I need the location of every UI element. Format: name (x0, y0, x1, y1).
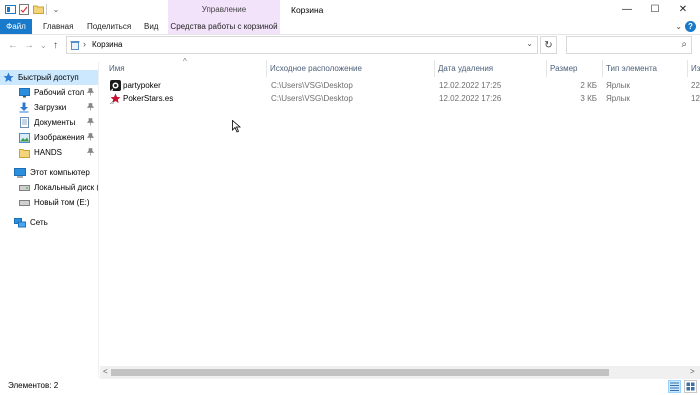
details-view-button[interactable] (668, 380, 681, 393)
address-bar[interactable]: › Корзина ⌄ (66, 36, 538, 54)
sidebar-item-network[interactable]: Сеть (0, 215, 98, 230)
file-size: 2 КБ (580, 81, 597, 90)
context-group-label: Управление (168, 0, 280, 19)
sidebar-item-label: Сеть (30, 218, 48, 227)
back-button[interactable]: ← (8, 40, 18, 51)
file-origin: C:\Users\VSG\Desktop (271, 81, 353, 90)
network-icon (14, 217, 26, 228)
file-extra: 22 (691, 81, 700, 90)
pin-icon[interactable] (86, 132, 95, 143)
drive-icon (18, 182, 30, 193)
download-icon (18, 102, 30, 113)
documents-icon (18, 117, 30, 128)
explorer-icon[interactable] (4, 3, 16, 15)
column-header-extra[interactable]: Из (688, 60, 700, 77)
file-extra: 12 (691, 94, 700, 103)
sidebar-item-label: Новый том (E:) (34, 198, 90, 207)
table-row[interactable]: partypoker C:\Users\VSG\Desktop 12.02.20… (106, 80, 700, 93)
sidebar-item-quick-access[interactable]: Быстрый доступ (0, 70, 98, 85)
breadcrumb[interactable]: Корзина (92, 40, 122, 49)
recent-locations-button[interactable]: ⌄ (40, 41, 47, 50)
sidebar-item-label: Этот компьютер (30, 168, 90, 177)
sidebar-item-hands[interactable]: HANDS (0, 145, 98, 160)
file-type: Ярлык (606, 81, 630, 90)
pokerstars-icon (109, 93, 121, 105)
file-name: partypoker (123, 81, 161, 90)
sidebar-item-local-disk-c[interactable]: Локальный диск (C (0, 180, 98, 195)
recycle-bin-icon (70, 40, 80, 50)
file-origin: C:\Users\VSG\Desktop (271, 94, 353, 103)
navigation-pane: Быстрый доступ Рабочий стол Загрузки Док… (0, 62, 98, 378)
minimize-button[interactable]: — (616, 0, 638, 19)
column-header-type[interactable]: Тип элемента (603, 60, 687, 77)
search-input[interactable]: ⌕ (566, 36, 692, 54)
sidebar-item-pictures[interactable]: Изображения (0, 130, 98, 145)
close-button[interactable]: ✕ (672, 0, 694, 19)
column-header-size[interactable]: Размер (547, 60, 602, 77)
sidebar-item-label: Документы (34, 118, 76, 127)
drive-icon (18, 197, 30, 208)
item-count: Элементов: 2 (8, 381, 59, 390)
customize-toolbar-icon[interactable]: ⌄ (50, 3, 62, 15)
mouse-cursor-icon (232, 119, 242, 135)
column-header-name[interactable]: Имя (106, 60, 266, 77)
sidebar-item-label: Загрузки (34, 103, 67, 112)
pictures-icon (18, 132, 30, 143)
folder-icon (18, 147, 30, 158)
large-icons-view-button[interactable] (684, 380, 697, 393)
horizontal-scrollbar[interactable]: < > (100, 366, 700, 379)
tab-home[interactable]: Главная (43, 19, 73, 34)
navigation-pane-divider[interactable] (98, 62, 99, 378)
expand-ribbon-icon[interactable]: ⌄ (675, 22, 682, 31)
sidebar-item-this-pc[interactable]: Этот компьютер (0, 165, 98, 180)
up-button[interactable]: ↑ (53, 40, 58, 51)
quick-access-separator (46, 4, 47, 15)
properties-icon[interactable] (18, 3, 30, 15)
scroll-left-icon[interactable]: < (103, 367, 108, 376)
title-bar: ⌄ Управление Корзина — ☐ ✕ (0, 0, 700, 19)
pin-icon[interactable] (86, 102, 95, 113)
sidebar-item-label: Изображения (34, 133, 85, 142)
forward-button[interactable]: → (24, 40, 34, 51)
ribbon-tabs: Файл Главная Поделиться Вид Средства раб… (0, 19, 700, 35)
file-name: PokerStars.es (123, 94, 174, 103)
tab-share[interactable]: Поделиться (87, 19, 131, 34)
address-dropdown-icon[interactable]: ⌄ (526, 39, 533, 48)
tab-view[interactable]: Вид (144, 19, 158, 34)
file-date-deleted: 12.02.2022 17:26 (439, 94, 502, 103)
maximize-button[interactable]: ☐ (644, 0, 666, 19)
partypoker-icon (109, 80, 121, 92)
pin-icon[interactable] (86, 87, 95, 98)
new-folder-icon[interactable] (32, 3, 44, 15)
pin-icon[interactable] (86, 147, 95, 158)
tab-recycle-bin-tools[interactable]: Средства работы с корзиной (168, 19, 280, 34)
sidebar-item-label: Быстрый доступ (18, 73, 79, 82)
sidebar-item-label: HANDS (34, 148, 63, 157)
star-icon (2, 72, 14, 83)
pin-icon[interactable] (86, 117, 95, 128)
sidebar-item-documents[interactable]: Документы (0, 115, 98, 130)
scrollbar-thumb[interactable] (111, 369, 609, 376)
sidebar-item-label: Локальный диск (C (34, 183, 98, 192)
sidebar-item-label: Рабочий стол (34, 88, 85, 97)
sidebar-item-downloads[interactable]: Загрузки (0, 100, 98, 115)
breadcrumb-separator-icon[interactable]: › (83, 39, 86, 49)
computer-icon (14, 167, 26, 178)
sidebar-item-desktop[interactable]: Рабочий стол (0, 85, 98, 100)
column-header-date-deleted[interactable]: Дата удаления (435, 60, 546, 77)
file-type: Ярлык (606, 94, 630, 103)
window-title: Корзина (291, 5, 324, 15)
scroll-right-icon[interactable]: > (690, 367, 695, 376)
file-size: 3 КБ (580, 94, 597, 103)
desktop-icon (18, 87, 30, 98)
column-header-origin[interactable]: Исходное расположение (267, 60, 434, 77)
file-date-deleted: 12.02.2022 17:25 (439, 81, 502, 90)
tab-file[interactable]: Файл (0, 19, 32, 34)
search-icon[interactable]: ⌕ (681, 39, 687, 50)
refresh-button[interactable]: ↻ (540, 36, 557, 54)
help-icon[interactable]: ? (685, 21, 696, 32)
status-bar: Элементов: 2 (0, 379, 700, 395)
sidebar-item-new-volume-e[interactable]: Новый том (E:) (0, 195, 98, 210)
table-row[interactable]: PokerStars.es C:\Users\VSG\Desktop 12.02… (106, 93, 700, 106)
